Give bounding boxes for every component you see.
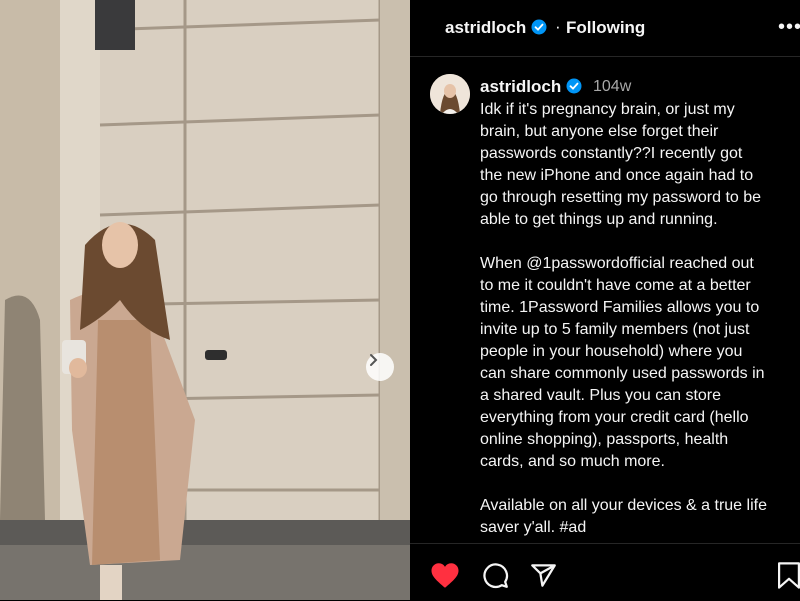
header-username[interactable]: astridloch xyxy=(445,18,547,38)
carousel-next-button[interactable] xyxy=(366,353,394,381)
caption-line: online shopping), passports, health xyxy=(480,431,729,448)
header-username-text[interactable]: astridloch xyxy=(445,18,526,37)
like-button[interactable] xyxy=(430,562,460,594)
caption-line: to me it couldn't have come at a better xyxy=(480,277,751,294)
caption-line: people in your household) where you xyxy=(480,343,743,360)
post-photo[interactable] xyxy=(0,0,410,600)
caption-line: everything from your credit card (hello xyxy=(480,409,749,426)
post-panel: astridloch · Following ••• astridloch 10… xyxy=(410,0,800,600)
caption-line: saver y'all. #ad xyxy=(480,519,587,536)
caption-line: the new iPhone and once again had to xyxy=(480,167,754,184)
caption-paragraph-gap xyxy=(480,231,800,253)
caption-paragraph-gap xyxy=(480,473,800,495)
post-header: astridloch · Following ••• xyxy=(410,0,800,57)
caption-line: time. 1Password Families allows you to xyxy=(480,299,760,316)
post-timestamp[interactable]: 104w xyxy=(593,78,631,96)
comment-icon xyxy=(483,563,509,589)
caption-line: invite up to 5 family members (not just xyxy=(480,321,750,338)
caption-line: brain, but anyone else forget their xyxy=(480,123,719,140)
share-icon xyxy=(531,564,556,587)
save-button[interactable] xyxy=(778,562,800,594)
caption-line: can share commonly used passwords in xyxy=(480,365,765,382)
following-button[interactable]: Following xyxy=(566,18,645,38)
caption-text: Idk if it's pregnancy brain, or just my … xyxy=(480,99,800,539)
caption-line: Available on all your devices & a true l… xyxy=(480,497,767,514)
comment-button[interactable] xyxy=(482,562,509,594)
caption-line: go through resetting my password to be xyxy=(480,189,762,206)
caption-line: Idk if it's pregnancy brain, or just my xyxy=(480,101,735,118)
caption-line: able to get things up and running. xyxy=(480,211,718,228)
avatar[interactable] xyxy=(430,74,470,114)
share-button[interactable] xyxy=(530,562,557,594)
caption-username-text[interactable]: astridloch xyxy=(480,77,561,96)
more-options-icon[interactable]: ••• xyxy=(778,16,800,39)
caption-line: When @1passwordofficial reached out xyxy=(480,255,754,272)
bookmark-icon xyxy=(778,562,800,589)
caption-line: cards, and so much more. xyxy=(480,453,665,470)
header-separator: · xyxy=(555,17,561,36)
photo-illustration xyxy=(0,0,410,600)
chevron-right-icon xyxy=(370,354,378,366)
post-actions-bar xyxy=(410,543,800,601)
verified-badge-icon xyxy=(531,19,547,35)
caption-line: a shared vault. Plus you can store xyxy=(480,387,722,404)
caption-line: passwords constantly??I recently got xyxy=(480,145,743,162)
avatar-image xyxy=(430,74,470,114)
verified-badge-icon xyxy=(566,78,582,94)
heart-icon xyxy=(431,563,459,588)
caption-username[interactable]: astridloch xyxy=(480,77,582,97)
